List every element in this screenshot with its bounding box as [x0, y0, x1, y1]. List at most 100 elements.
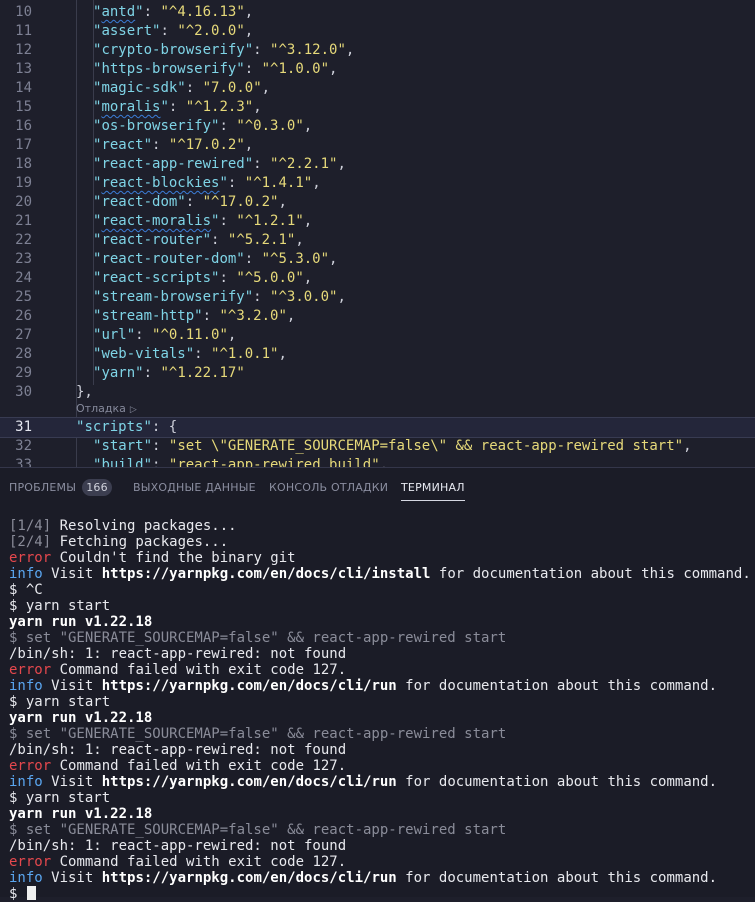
line-number: 29 [15, 365, 32, 381]
code-punct: : [185, 80, 203, 96]
json-value: ^17.0.2 [211, 194, 271, 210]
quote: " [674, 438, 684, 454]
quote: " [143, 457, 153, 467]
json-value: ^1.0.1 [219, 346, 271, 362]
json-value: ^1.2.1 [244, 213, 296, 229]
play-icon[interactable]: ▷ [130, 405, 137, 415]
json-key: assert [101, 23, 153, 39]
terminal-line: error Command failed with exit code 127. [9, 854, 749, 870]
info-label: info [9, 566, 43, 582]
line-number: 32 [15, 438, 32, 454]
code-punct: , [244, 137, 254, 153]
tab-output[interactable]: ВЫХОДНЫЕ ДАННЫЕ [133, 481, 256, 500]
line-number: 13 [15, 61, 32, 77]
quote: " [295, 213, 304, 229]
terminal-line: error Couldn't find the binary git [9, 550, 749, 566]
terminal-text: yarn run v1.22.18 [9, 710, 153, 726]
json-value: ^1.0.0 [270, 61, 321, 77]
codelens-label[interactable]: Отладка [76, 402, 126, 415]
json-key: react-scripts [101, 270, 212, 286]
terminal-text: /bin/sh: 1: react-app-rewired: not found [9, 646, 347, 662]
tab-debug-console[interactable]: КОНСОЛЬ ОТЛАДКИ [269, 481, 388, 500]
terminal-line: [1/4] Resolving packages... [9, 518, 749, 534]
code-punct: : [219, 270, 237, 286]
code-punct: , [278, 346, 287, 362]
terminal-line: yarn run v1.22.18 [9, 710, 749, 726]
json-value: ^1.4.1 [253, 175, 304, 191]
terminal-output[interactable]: [1/4] Resolving packages... [2/4] Fetchin… [9, 518, 751, 902]
bottom-panel: ПРОБЛЕМЫ 166 ВЫХОДНЫЕ ДАННЫЕ КОНСОЛЬ ОТЛ… [0, 467, 755, 902]
quote: " [177, 194, 186, 210]
line-number: 21 [15, 213, 32, 229]
line-number: 22 [15, 232, 32, 248]
line-number: 18 [15, 156, 32, 172]
codelens-debug[interactable]: Отладка ▷ [76, 401, 137, 417]
quote: " [143, 419, 152, 435]
code-text: "scripts": { [76, 418, 177, 437]
error-label: error [9, 758, 52, 774]
terminal-text: [2/4] [9, 534, 60, 550]
quote: " [160, 99, 169, 115]
code-line: 11 "assert": "^2.0.0", [0, 22, 755, 41]
panel-tabs: ПРОБЛЕМЫ 166 ВЫХОДНЫЕ ДАННЫЕ КОНСОЛЬ ОТЛ… [0, 468, 755, 504]
quote: " [177, 23, 186, 39]
json-key: react-router-dom [101, 251, 237, 267]
code-punct: : [194, 346, 212, 362]
tab-terminal[interactable]: ТЕРМИНАЛ [401, 481, 465, 501]
code-line: 25 "stream-browserify": "^3.0.0", [0, 288, 755, 307]
terminal-line: $ yarn start [9, 598, 749, 614]
terminal-line: /bin/sh: 1: react-app-rewired: not found [9, 742, 749, 758]
json-value: ^5.3.0 [270, 251, 321, 267]
terminal-text: yarn run v1.22.18 [9, 614, 153, 630]
code-editor[interactable]: 10 "antd": "^4.16.13", 11 "assert": "^2.0.0… [0, 0, 755, 467]
quote: " [202, 194, 212, 210]
code-punct: : [185, 194, 203, 210]
quote: " [236, 213, 245, 229]
code-punct: , [329, 61, 338, 77]
quote: " [320, 251, 330, 267]
json-value: ^5.0.0 [244, 270, 296, 286]
code-punct: , [337, 156, 346, 172]
terminal-text: for documentation about this command. [396, 870, 718, 886]
terminal-line: $ set "GENERATE_SOURCEMAP=false" && reac… [9, 822, 749, 838]
tab-problems[interactable]: ПРОБЛЕМЫ [9, 481, 76, 500]
code-punct: , [337, 289, 346, 305]
code-punct: , [295, 232, 304, 248]
code-text: "react": "^17.0.2", [93, 136, 253, 155]
terminal-text: Visit [42, 566, 102, 582]
terminal-line: info Visit https://yarnpkg.com/en/docs/c… [9, 774, 749, 790]
json-key: magic-sdk [101, 80, 178, 96]
code-line: 13 "https-browserify": "^1.0.0", [0, 60, 755, 79]
code-line: 22 "react-router": "^5.2.1", [0, 231, 755, 250]
code-punct: , [329, 251, 338, 267]
quote: " [236, 270, 245, 286]
quote: " [143, 137, 153, 153]
json-value: ^2.0.0 [185, 23, 237, 39]
code-punct: : [211, 232, 228, 248]
code-punct: : [253, 289, 271, 305]
code-line: 17 "react": "^17.0.2", [0, 136, 755, 155]
code-line: 10 "antd": "^4.16.13", [0, 3, 755, 22]
code-punct: : [227, 175, 245, 191]
terminal-line: $ ^C [9, 582, 749, 598]
quote: " [244, 99, 254, 115]
quote: " [236, 365, 245, 381]
code-punct: : [202, 308, 220, 324]
terminal-text: /bin/sh: 1: react-app-rewired: not found [9, 838, 347, 854]
quote: " [160, 4, 169, 20]
code-text: "url": "^0.11.0", [93, 326, 236, 345]
terminal-text: $ yarn start [9, 598, 111, 614]
terminal-text: Visit [42, 774, 102, 790]
code-punct: , [278, 194, 287, 210]
quote: " [371, 457, 380, 467]
line-number: 24 [15, 270, 32, 286]
json-key: yarn [101, 365, 136, 381]
terminal-text: $ ^C [9, 582, 43, 598]
terminal-text: $ yarn start [9, 790, 111, 806]
line-number: 28 [15, 346, 32, 362]
error-label: error [9, 662, 52, 678]
code-line: 26 "stream-http": "^3.2.0", [0, 307, 755, 326]
code-text: "react-moralis": "^1.2.1", [93, 212, 312, 231]
terminal-text: Command failed with exit code 127. [51, 758, 347, 774]
code-text: "crypto-browserify": "^3.12.0", [93, 41, 354, 60]
